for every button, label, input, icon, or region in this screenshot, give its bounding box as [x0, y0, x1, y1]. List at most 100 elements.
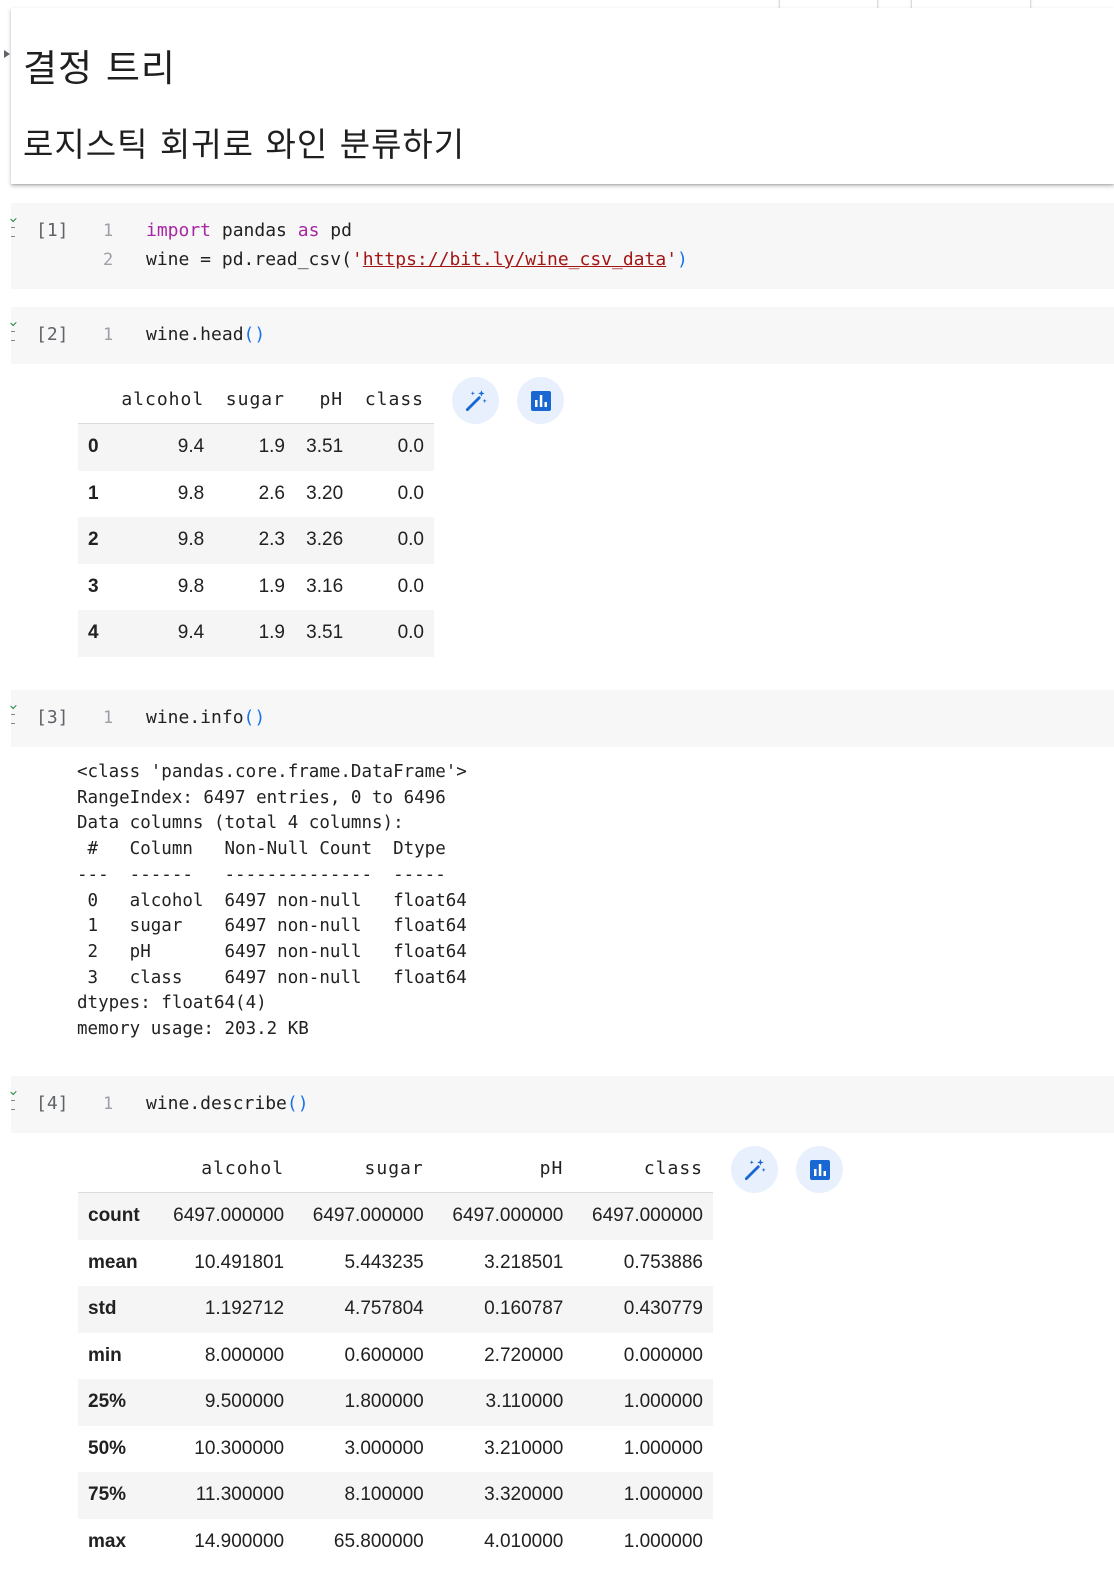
table-cell: 9.8 — [177, 529, 205, 551]
row-index: std — [88, 1298, 117, 1320]
code-line[interactable]: import pandas as pd — [146, 220, 352, 241]
code-cell-3[interactable]: [3] 1 wine.info() — [10, 690, 1114, 747]
line-number: 1 — [103, 221, 114, 241]
code-cell-2[interactable]: [2] 1 wine.head() — [10, 307, 1114, 364]
code-line[interactable]: wine.describe() — [146, 1093, 309, 1114]
table-cell: 9.4 — [177, 622, 205, 644]
code-line[interactable]: wine.info() — [146, 707, 265, 728]
markdown-cell[interactable]: 결정 트리 로지스틱 회귀로 와인 분류하기 — [4, 8, 1114, 184]
table-cell: 3.110000 — [485, 1391, 564, 1413]
table-cell: 0.430779 — [623, 1298, 703, 1320]
table-row: 2 9.8 2.3 3.26 0.0 — [78, 517, 434, 564]
table-cell: 3.210000 — [484, 1437, 564, 1459]
row-index: 1 — [88, 482, 99, 504]
code-line[interactable]: wine.head() — [146, 324, 265, 345]
column-header: class — [364, 389, 424, 410]
table-row: mean 10.491801 5.443235 3.218501 0.75388… — [78, 1240, 713, 1287]
table-cell: 3.000000 — [344, 1437, 424, 1459]
table-row: std 1.192712 4.757804 0.160787 0.430779 — [78, 1286, 713, 1333]
table-cell: 1.000000 — [623, 1391, 703, 1413]
table-row: max 14.900000 65.800000 4.010000 1.00000… — [78, 1519, 713, 1566]
table-cell: 0.0 — [397, 622, 424, 644]
table-cell: 3.26 — [306, 529, 344, 551]
line-number: 1 — [103, 708, 114, 728]
table-cell: 9.8 — [177, 575, 205, 597]
code-text: wine = pd.read_csv( — [146, 249, 352, 270]
row-index: mean — [88, 1251, 138, 1273]
keyword: as — [297, 220, 320, 241]
table-cell: 0.0 — [397, 529, 424, 551]
table-cell: 3.16 — [306, 575, 344, 597]
table-row: 4 9.4 1.9 3.51 0.0 — [78, 610, 434, 657]
execution-count: [4] — [36, 1093, 69, 1114]
table-cell: 8.100000 — [344, 1484, 424, 1506]
url-link[interactable]: https://bit.ly/wine_csv_data — [363, 249, 666, 270]
bar-chart-icon[interactable] — [517, 377, 564, 424]
table-cell: 5.443235 — [344, 1251, 424, 1273]
collapse-caret-icon[interactable] — [4, 50, 10, 58]
code-text: pd — [319, 220, 352, 241]
magic-wand-icon[interactable] — [731, 1146, 778, 1193]
code-paren: () — [286, 1093, 309, 1114]
table-cell: 2.3 — [258, 529, 285, 551]
code-text: wine.describe — [146, 1093, 287, 1114]
table-cell: 9.500000 — [204, 1391, 285, 1413]
table-cell: 3.51 — [306, 622, 344, 644]
table-header-row: alcohol sugar pH class — [78, 376, 434, 424]
run-status-icon[interactable] — [10, 1088, 17, 1112]
table-cell: 3.218501 — [484, 1251, 564, 1273]
execution-count: [2] — [36, 324, 69, 345]
row-index: 50% — [88, 1437, 127, 1459]
table-cell: 1.000000 — [623, 1530, 703, 1552]
table-cell: 2.720000 — [484, 1344, 564, 1366]
table-cell: 8.000000 — [204, 1344, 285, 1366]
column-header: pH — [319, 389, 344, 410]
table-cell: 0.0 — [397, 575, 424, 597]
table-cell: 1.000000 — [623, 1437, 703, 1459]
code-text: pandas — [211, 220, 298, 241]
section-heading: 결정 트리 — [23, 47, 176, 90]
bar-chart-icon[interactable] — [796, 1146, 843, 1193]
code-cell-1[interactable]: [1] 1 import pandas as pd 2 wine = pd.re… — [10, 203, 1114, 289]
table-row: 50% 10.300000 3.000000 3.210000 1.000000 — [78, 1426, 713, 1473]
row-index: 75% — [88, 1484, 127, 1506]
column-header: alcohol — [201, 1158, 285, 1179]
column-header: alcohol — [121, 389, 205, 410]
describe-dataframe: alcohol sugar pH class count 6497.000000… — [78, 1145, 713, 1565]
table-row: 1 9.8 2.6 3.20 0.0 — [78, 471, 434, 518]
column-header: class — [643, 1158, 703, 1179]
index-header — [78, 1145, 154, 1193]
table-cell: 4.010000 — [484, 1530, 564, 1552]
string-quote: ' — [351, 249, 363, 270]
table-row: 3 9.8 1.9 3.16 0.0 — [78, 564, 434, 611]
table-cell: 1.9 — [258, 575, 285, 597]
code-line[interactable]: wine = pd.read_csv('https://bit.ly/wine_… — [146, 249, 688, 270]
row-index: 0 — [88, 436, 99, 458]
table-cell: 0.0 — [397, 436, 424, 458]
line-number: 1 — [103, 1094, 114, 1114]
keyword: import — [146, 220, 212, 241]
execution-count: [1] — [36, 220, 69, 241]
table-row: 75% 11.300000 8.100000 3.320000 1.000000 — [78, 1472, 713, 1519]
code-paren: ) — [677, 249, 688, 270]
table-row: count 6497.000000 6497.000000 6497.00000… — [78, 1192, 713, 1240]
table-cell: 10.491801 — [194, 1251, 285, 1273]
table-cell: 6497.000000 — [312, 1205, 424, 1227]
table-cell: 2.6 — [258, 482, 285, 504]
row-index: 25% — [88, 1391, 127, 1413]
code-text: wine.head — [146, 324, 244, 345]
run-status-icon[interactable] — [10, 319, 17, 343]
code-paren: () — [243, 324, 266, 345]
table-cell: 9.8 — [177, 482, 205, 504]
table-cell: 1.192712 — [204, 1298, 285, 1320]
head-dataframe: alcohol sugar pH class 0 9.4 1.9 3.51 0.… — [78, 376, 434, 657]
table-cell: 0.753886 — [623, 1251, 703, 1273]
row-index: 2 — [88, 529, 99, 551]
table-cell: 3.51 — [306, 436, 344, 458]
table-cell: 0.000000 — [623, 1344, 703, 1366]
magic-wand-icon[interactable] — [452, 377, 499, 424]
run-status-icon[interactable] — [10, 215, 17, 239]
code-cell-4[interactable]: [4] 1 wine.describe() — [10, 1076, 1114, 1133]
table-cell: 6497.000000 — [592, 1205, 703, 1227]
run-status-icon[interactable] — [10, 702, 17, 726]
